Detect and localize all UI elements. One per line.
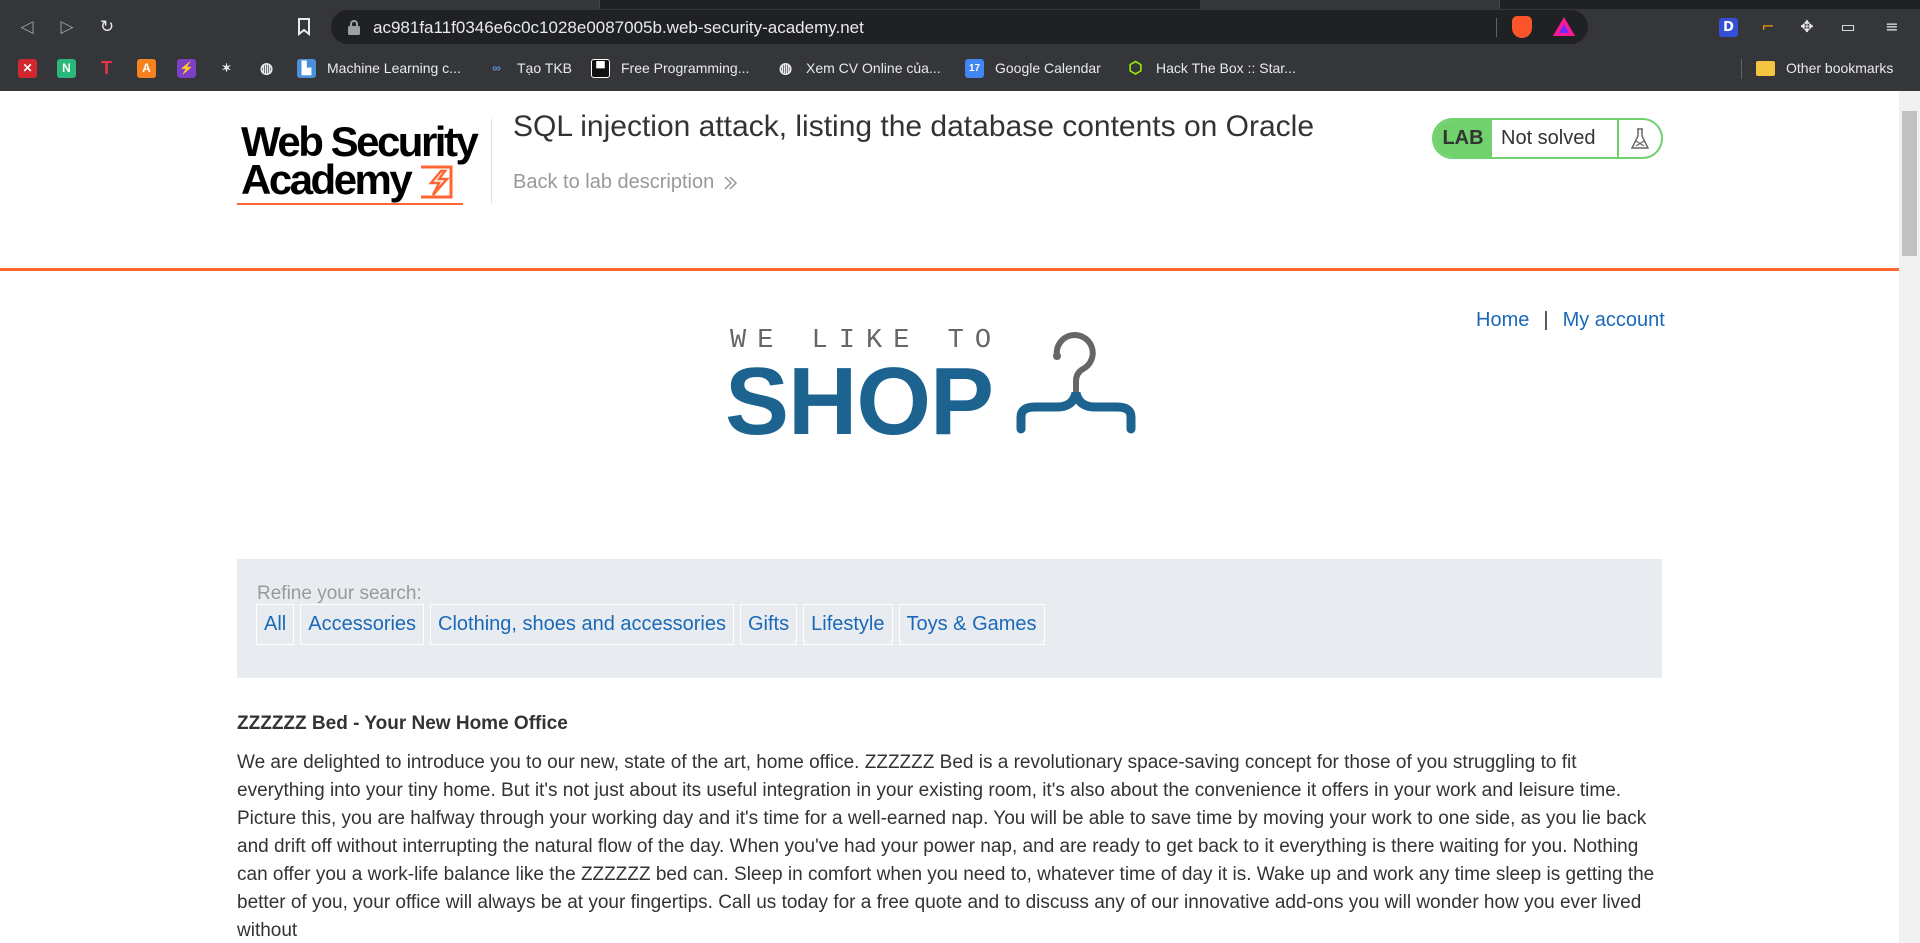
brave-rewards-icon[interactable] xyxy=(1553,17,1575,36)
lab-badge: LAB xyxy=(1434,120,1492,157)
wallet-icon[interactable]: ▭ xyxy=(1836,15,1860,39)
product-title: ZZZZZZ Bed - Your New Home Office xyxy=(237,713,568,734)
coat-hanger-icon xyxy=(1016,332,1136,434)
bookmark-item[interactable]: ∞ Tạo TKB xyxy=(487,56,572,80)
page-scrollbar[interactable] xyxy=(1899,91,1920,943)
flask-icon xyxy=(1617,120,1661,157)
home-link[interactable]: Home xyxy=(1476,309,1529,332)
bookmark-item[interactable]: T xyxy=(97,56,127,80)
product-description: We are delighted to introduce you to our… xyxy=(237,752,1655,941)
d-extension-icon[interactable]: D xyxy=(1719,18,1738,37)
bookmark-label: Hack The Box :: Star... xyxy=(1156,60,1296,76)
folder-icon xyxy=(1756,60,1775,76)
orange-a-icon: A xyxy=(137,58,156,78)
bookmark-item[interactable]: N xyxy=(57,56,87,80)
brave-shields-icon[interactable] xyxy=(1512,16,1532,38)
header-divider xyxy=(491,119,492,204)
web-security-academy-logo[interactable]: Web Security Academy xyxy=(237,119,487,207)
bookmark-item[interactable]: ▙ Machine Learning c... xyxy=(297,56,461,80)
bookmarks-bar: ✕ N T A ⚡ ✶ ◍ ▙ Machine Learning c... ∞ … xyxy=(0,50,1920,86)
tab-strip xyxy=(0,0,1920,9)
puzzle-extensions-icon[interactable]: ✥ xyxy=(1795,15,1819,39)
bookmark-item[interactable]: ⚡ xyxy=(177,56,207,80)
bookmark-item[interactable]: ⬡ Hack The Box :: Star... xyxy=(1126,56,1296,80)
forward-arrow-icon[interactable]: ▷ xyxy=(55,15,79,39)
bookmark-label: Machine Learning c... xyxy=(327,60,461,76)
bookmark-item[interactable]: ✕ xyxy=(18,56,48,80)
globe-icon: ◍ xyxy=(259,60,274,77)
bookmarks-divider xyxy=(1741,59,1742,79)
logo-lightning-icon xyxy=(421,165,453,199)
filter-lifestyle[interactable]: Lifestyle xyxy=(803,604,893,645)
lock-icon xyxy=(348,20,360,35)
bookmark-label: Xem CV Online của... xyxy=(806,60,941,76)
bookmark-item[interactable]: 17 Google Calendar xyxy=(965,56,1101,80)
red-t-icon: T xyxy=(101,57,112,78)
scrollbar-thumb[interactable] xyxy=(1902,111,1917,256)
address-bar[interactable]: ac981fa11f0346e6c0c1028e0087005b.web-sec… xyxy=(331,10,1588,44)
orange-extension-icon[interactable]: ⌐ xyxy=(1756,15,1780,39)
browser-tab[interactable] xyxy=(1200,0,1500,9)
url-text[interactable]: ac981fa11f0346e6c0c1028e0087005b.web-sec… xyxy=(373,18,864,38)
browser-chrome: ◁ ▷ ↻ ac981fa11f0346e6c0c1028e0087005b.w… xyxy=(0,0,1920,91)
bookmark-icon[interactable] xyxy=(292,15,316,39)
omnibox-divider xyxy=(1496,18,1497,37)
lab-header: Web Security Academy SQL injection attac… xyxy=(0,91,1899,271)
lab-status-text: Not solved xyxy=(1501,127,1596,149)
filter-clothing[interactable]: Clothing, shoes and accessories xyxy=(430,604,734,645)
my-account-link[interactable]: My account xyxy=(1563,309,1665,332)
refine-search-panel: Refine your search: All Accessories Clot… xyxy=(237,559,1662,678)
bookmark-item[interactable]: ◍ xyxy=(257,56,287,80)
shop-word: SHOP xyxy=(725,348,994,455)
bookmark-item[interactable]: A xyxy=(137,56,167,80)
bookmark-item[interactable]: ◍ Xem CV Online của... xyxy=(776,56,941,80)
cube-icon: ⬡ xyxy=(1128,60,1143,77)
other-bookmarks[interactable]: Other bookmarks xyxy=(1756,56,1893,80)
logo-underline xyxy=(237,203,463,205)
bookmark-item[interactable]: ▀ Free Programming... xyxy=(591,56,749,80)
web-page: Web Security Academy SQL injection attac… xyxy=(0,91,1899,943)
filter-toys-games[interactable]: Toys & Games xyxy=(898,604,1045,645)
menu-icon[interactable]: ≡ xyxy=(1880,15,1904,39)
globe-icon: ◍ xyxy=(778,60,793,77)
filter-all[interactable]: All xyxy=(256,604,295,645)
purple-bolt-icon: ⚡ xyxy=(177,58,196,78)
browser-toolbar: ◁ ▷ ↻ ac981fa11f0346e6c0c1028e0087005b.w… xyxy=(0,9,1920,45)
chart-icon: ▙ xyxy=(297,58,316,78)
bookmark-label: Free Programming... xyxy=(621,60,750,76)
notion-n-icon: N xyxy=(57,58,76,78)
filter-accessories[interactable]: Accessories xyxy=(300,604,425,645)
refine-search-label: Refine your search: xyxy=(257,583,422,604)
we-like-to-shop-logo: WE LIKE TO SHOP xyxy=(725,323,1169,455)
back-to-lab-description-link[interactable]: Back to lab description xyxy=(513,171,738,194)
logo-line-2: Academy xyxy=(241,156,413,203)
category-filters: All Accessories Clothing, shoes and acce… xyxy=(256,604,1045,645)
calendar-icon: 17 xyxy=(965,58,984,78)
back-arrow-icon[interactable]: ◁ xyxy=(15,15,39,39)
top-nav: Home | My account xyxy=(1476,309,1665,332)
nav-separator: | xyxy=(1543,309,1549,331)
lab-status-widget: LAB Not solved xyxy=(1432,118,1663,159)
wolf-icon: ✶ xyxy=(221,61,232,75)
browser-tab[interactable] xyxy=(0,0,600,9)
bookmark-label: Tạo TKB xyxy=(517,60,572,76)
lab-title: SQL injection attack, listing the databa… xyxy=(513,110,1315,143)
red-x-icon: ✕ xyxy=(18,58,37,78)
bookmark-label: Google Calendar xyxy=(995,60,1101,76)
other-bookmarks-label: Other bookmarks xyxy=(1786,60,1894,76)
filter-gifts[interactable]: Gifts xyxy=(740,604,798,645)
double-chevron-right-icon xyxy=(724,175,738,190)
swirl-icon: ∞ xyxy=(492,61,501,75)
bookmark-item[interactable]: ✶ xyxy=(217,56,247,80)
book-icon: ▀ xyxy=(591,58,610,78)
back-link-label: Back to lab description xyxy=(513,171,715,193)
reload-icon[interactable]: ↻ xyxy=(95,15,119,39)
